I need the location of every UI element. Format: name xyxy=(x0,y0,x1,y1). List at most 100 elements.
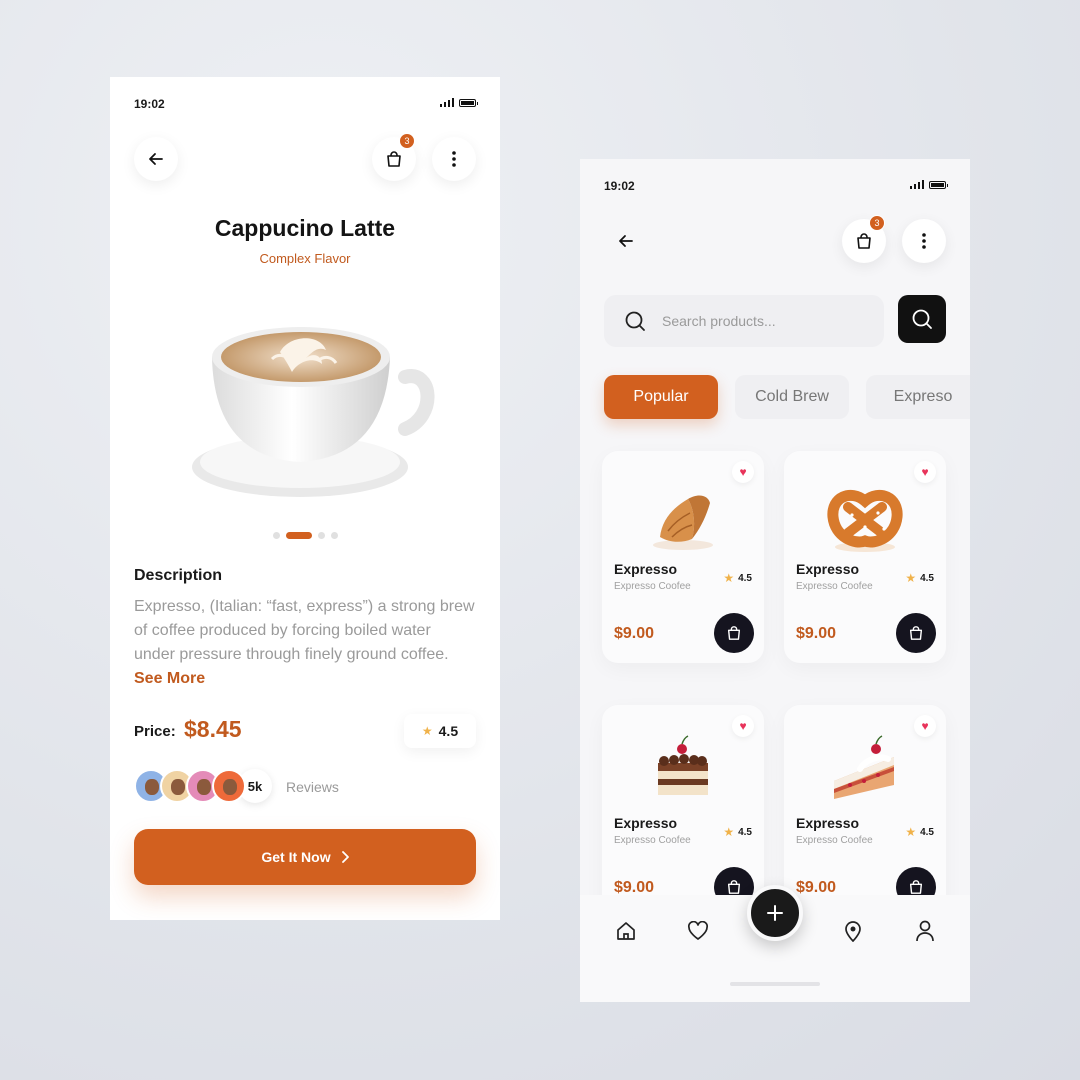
nav-profile[interactable] xyxy=(913,919,937,943)
heart-icon xyxy=(687,921,709,940)
product-card[interactable]: ♥ Expresso Expresso Coofee ★ 4.5 $9.00 xyxy=(602,451,764,663)
product-rating: ★ 4.5 xyxy=(723,825,752,839)
carousel-dot[interactable] xyxy=(317,532,325,539)
star-icon: ★ xyxy=(723,825,735,839)
rating-value: 4.5 xyxy=(920,572,934,584)
product-name: Expresso xyxy=(796,561,860,577)
back-button[interactable] xyxy=(604,219,648,263)
chocolate-cake-image xyxy=(658,735,708,795)
product-price: $9.00 xyxy=(614,625,655,642)
search-icon xyxy=(912,309,932,329)
back-button[interactable] xyxy=(134,137,178,181)
status-bar: 19:02 xyxy=(604,179,948,193)
shopping-bag-icon xyxy=(387,151,401,167)
status-bar: 19:02 xyxy=(134,97,478,111)
more-vertical-icon xyxy=(922,233,926,249)
description-text: Expresso, (Italian: “fast, express”) a s… xyxy=(134,595,476,691)
battery-icon xyxy=(459,99,478,107)
shopping-bag-icon xyxy=(727,880,741,894)
description-heading: Description xyxy=(134,567,223,584)
product-name: Expresso xyxy=(796,815,860,831)
location-pin-icon xyxy=(845,921,861,942)
add-to-cart-button[interactable] xyxy=(896,613,936,653)
product-subtitle: Complex Flavor xyxy=(259,251,351,266)
tab-popular[interactable]: Popular xyxy=(604,375,718,419)
star-icon: ★ xyxy=(421,724,433,738)
product-name: Expresso xyxy=(614,815,678,831)
cart-button[interactable]: 3 xyxy=(842,215,886,263)
rating-value: 4.5 xyxy=(920,826,934,838)
signal-icon xyxy=(439,98,454,107)
add-to-cart-button[interactable] xyxy=(714,613,754,653)
product-card[interactable]: ♥ Expresso Expresso Coofee ★ 4.5 $9.00 xyxy=(602,705,764,917)
description-body: Expresso, (Italian: “fast, express”) a s… xyxy=(134,598,475,663)
home-indicator xyxy=(730,982,820,986)
product-rating: ★ 4.5 xyxy=(723,571,752,585)
battery-icon xyxy=(929,181,948,189)
product-name: Expresso xyxy=(614,561,678,577)
carousel-dot[interactable] xyxy=(272,532,280,539)
star-icon: ★ xyxy=(905,571,917,585)
search-input[interactable] xyxy=(662,313,852,329)
rating-value: 4.5 xyxy=(438,723,459,739)
product-subtitle: Expresso Coofee xyxy=(614,835,691,846)
arrow-left-icon xyxy=(619,235,633,247)
rating-badge: ★ 4.5 xyxy=(404,714,476,748)
more-options-button[interactable] xyxy=(902,219,946,263)
product-list-screen: 19:02 3 Popular Cold Brew Expreso ♥ xyxy=(580,159,970,1002)
reviews-label: Reviews xyxy=(286,779,339,795)
favorite-heart-icon[interactable]: ♥ xyxy=(914,715,936,737)
cart-count-badge: 3 xyxy=(869,215,885,231)
shopping-bag-icon xyxy=(727,626,741,640)
favorite-heart-icon[interactable]: ♥ xyxy=(732,461,754,483)
carousel-dot-active[interactable] xyxy=(285,532,312,539)
cherry-cake-image xyxy=(834,735,894,799)
profile-icon xyxy=(916,920,934,942)
more-vertical-icon xyxy=(452,151,456,167)
search-icon xyxy=(625,311,645,331)
carousel-dot[interactable] xyxy=(330,532,338,539)
plus-icon xyxy=(767,905,783,921)
search-bar xyxy=(604,295,884,347)
nav-favorites[interactable] xyxy=(686,919,710,943)
product-rating: ★ 4.5 xyxy=(905,571,934,585)
star-icon: ★ xyxy=(723,571,735,585)
search-button[interactable] xyxy=(898,295,946,343)
shopping-bag-icon xyxy=(909,880,923,894)
cta-label: Get It Now xyxy=(261,849,331,865)
avatar xyxy=(212,769,246,803)
arrow-left-icon xyxy=(149,153,163,165)
rating-value: 4.5 xyxy=(738,826,752,838)
favorite-heart-icon[interactable]: ♥ xyxy=(732,715,754,737)
product-price: $9.00 xyxy=(796,625,837,642)
signal-icon xyxy=(909,180,924,189)
star-icon: ★ xyxy=(905,825,917,839)
status-time: 19:02 xyxy=(134,97,165,111)
product-title: Cappucino Latte xyxy=(214,215,396,241)
tab-cold-brew[interactable]: Cold Brew xyxy=(735,375,849,419)
status-time: 19:02 xyxy=(604,179,635,193)
nav-location[interactable] xyxy=(841,919,865,943)
price-label: Price: xyxy=(134,723,176,740)
carousel-indicator xyxy=(110,532,500,539)
product-card[interactable]: ♥ Expresso Expresso Coofee ★ 4.5 $9.00 xyxy=(784,705,946,917)
add-button[interactable] xyxy=(747,885,803,941)
cart-button[interactable]: 3 xyxy=(372,133,416,181)
product-card[interactable]: ♥ Expresso Expresso Coofee ★ 4.5 $9.00 xyxy=(784,451,946,663)
product-image-cappuccino xyxy=(180,307,440,507)
tab-expreso[interactable]: Expreso xyxy=(866,375,970,419)
product-subtitle: Expresso Coofee xyxy=(796,581,873,592)
pretzel-image xyxy=(827,490,903,552)
cart-count-badge: 3 xyxy=(399,133,415,149)
product-subtitle: Expresso Coofee xyxy=(614,581,691,592)
bottom-navigation xyxy=(580,885,970,1002)
rating-value: 4.5 xyxy=(738,572,752,584)
favorite-heart-icon[interactable]: ♥ xyxy=(914,461,936,483)
get-it-now-button[interactable]: Get It Now xyxy=(134,829,476,885)
reviewer-avatars[interactable]: 5k xyxy=(134,769,272,803)
category-tabs: Popular Cold Brew Expreso xyxy=(604,375,970,419)
product-rating: ★ 4.5 xyxy=(905,825,934,839)
nav-home[interactable] xyxy=(614,919,638,943)
see-more-link[interactable]: See More xyxy=(134,670,205,687)
more-options-button[interactable] xyxy=(432,137,476,181)
